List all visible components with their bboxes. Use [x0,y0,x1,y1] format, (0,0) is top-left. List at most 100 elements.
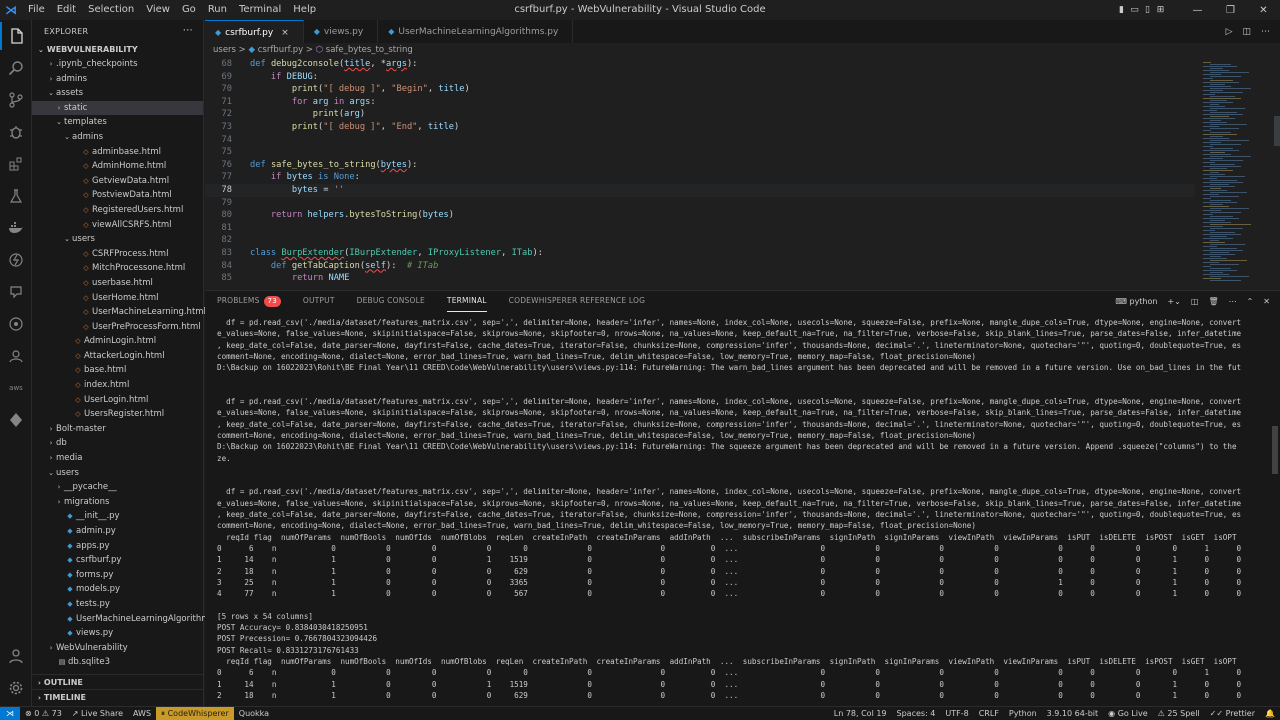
aws-icon[interactable]: aws [0,374,32,402]
panel-more-icon[interactable]: ⋯ [1229,297,1237,306]
accounts-manager-icon[interactable] [0,342,32,370]
file-getviewdata-html[interactable]: ◇ GetviewData.html [32,174,203,189]
file-userlogin-html[interactable]: ◇ UserLogin.html [32,393,203,408]
language-mode[interactable]: Python [1004,707,1042,720]
menu-selection[interactable]: Selection [82,0,140,20]
close-panel-icon[interactable]: ✕ [1263,297,1270,306]
minimize-button[interactable]: — [1181,5,1214,16]
live-share-button[interactable]: ↗ Live Share [67,707,128,720]
toggle-primary-sidebar-icon[interactable]: ▮ [1115,5,1128,15]
editor-more-icon[interactable]: ⋯ [1261,27,1270,37]
github-icon[interactable] [0,278,32,306]
file-userpreprocessform-html[interactable]: ◇ UserPreProcessForm.html [32,320,203,335]
file-adminbase-html[interactable]: ◇ adminbase.html [32,145,203,160]
file-init-py[interactable]: ◆ __init__.py [32,509,203,524]
encoding[interactable]: UTF-8 [940,707,973,720]
explorer-icon[interactable] [0,22,32,50]
file-views-py[interactable]: ◆ views.py [32,626,203,641]
file-db-sqlite3[interactable]: ▤ db.sqlite3 [32,655,203,670]
tab-problems[interactable]: PROBLEMS 73 [217,291,281,311]
problems-status[interactable]: ⊗ 0 ⚠ 73 [20,707,67,720]
folder-assets[interactable]: ⌄ assets [32,86,203,101]
file-usersregister-html[interactable]: ◇ UsersRegister.html [32,407,203,422]
tab-terminal[interactable]: TERMINAL [446,291,487,312]
breadcrumb-file[interactable]: csrfburf.py [258,45,303,55]
folder-migrations[interactable]: › migrations [32,495,203,510]
remote-indicator-icon[interactable]: ⋊ [0,706,20,720]
account-icon[interactable] [0,642,32,670]
file-forms-py[interactable]: ◆ forms.py [32,568,203,583]
folder-templates[interactable]: ⌄ templates [32,115,203,130]
indentation[interactable]: Spaces: 4 [892,707,941,720]
toggle-panel-icon[interactable]: ▭ [1128,5,1141,15]
minimap[interactable] [1195,58,1275,288]
quokka-button[interactable]: Quokka [234,707,274,720]
more-actions-icon[interactable]: ⋯ [183,25,193,36]
folder-bolt-master[interactable]: › Bolt-master [32,422,203,437]
testing-icon[interactable] [0,182,32,210]
tab-views[interactable]: ◆ views.py [304,20,379,43]
file-tests-py[interactable]: ◆ tests.py [32,597,203,612]
customize-layout-icon[interactable]: ⊞ [1154,5,1167,15]
file-adminhome-html[interactable]: ◇ AdminHome.html [32,159,203,174]
tab-codewhisperer-reference-log[interactable]: CODEWHISPERER REFERENCE LOG [509,291,645,311]
run-debug-icon[interactable] [0,118,32,146]
editor-scrollbar[interactable] [1274,58,1280,288]
menu-view[interactable]: View [140,0,176,20]
file-csrfburf-py[interactable]: ◆ csrfburf.py [32,553,203,568]
cursor-position[interactable]: Ln 78, Col 19 [829,707,892,720]
outline-section[interactable]: › OUTLINE [32,674,204,689]
file-adminlogin-html[interactable]: ◇ AdminLogin.html [32,334,203,349]
menu-run[interactable]: Run [202,0,233,20]
folder-pycache[interactable]: › __pycache__ [32,480,203,495]
folder-admins[interactable]: ⌄ admins [32,130,203,145]
terminal-profile[interactable]: ⌨ python [1115,297,1157,306]
end-of-line[interactable]: CRLF [974,707,1004,720]
file-registeredusers-html[interactable]: ◇ RegisteredUsers.html [32,203,203,218]
breadcrumb-folder[interactable]: users [213,45,236,55]
split-editor-icon[interactable]: ◫ [1242,27,1251,37]
split-terminal-icon[interactable]: ◫ [1191,297,1199,306]
tab-csrfburf[interactable]: ◆ csrfburf.py × [205,20,304,43]
menu-edit[interactable]: Edit [51,0,82,20]
file-mitchprocessone-html[interactable]: ◇ MitchProcessone.html [32,261,203,276]
settings-sync-icon[interactable] [0,310,32,338]
file-usermachinelearningalgorithm[interactable]: ◆ UserMachineLearningAlgorithm... [32,612,217,627]
tab-output[interactable]: OUTPUT [303,291,335,311]
run-file-icon[interactable]: ▷ [1226,27,1233,37]
file-attackerlogin-html[interactable]: ◇ AttackerLogin.html [32,349,203,364]
tab-usermachinelearningalgorithms[interactable]: ◆ UserMachineLearningAlgorithms.py [378,20,574,43]
tab-debug-console[interactable]: DEBUG CONSOLE [357,291,425,311]
codewhisperer-button[interactable]: ⏸ CodeWhisperer [156,706,234,720]
file-userbase-html[interactable]: ◇ userbase.html [32,276,203,291]
folder-users[interactable]: ⌄ users [32,232,203,247]
prettier-button[interactable]: ✓✓ Prettier [1205,707,1260,720]
folder-db[interactable]: › db [32,436,203,451]
menu-help[interactable]: Help [287,0,322,20]
close-window-button[interactable]: ✕ [1247,5,1280,16]
file-apps-py[interactable]: ◆ apps.py [32,539,203,554]
new-terminal-icon[interactable]: +⌄ [1167,297,1180,306]
manage-gear-icon[interactable] [0,674,32,702]
menu-terminal[interactable]: Terminal [233,0,287,20]
folder-webvulnerability[interactable]: › WebVulnerability [32,641,203,656]
python-interpreter[interactable]: 3.9.10 64-bit [1042,707,1104,720]
toolkit-icon[interactable] [0,406,32,434]
close-tab-icon[interactable]: × [281,28,289,38]
terminal-scrollbar[interactable] [1272,426,1278,474]
workspace-root[interactable]: ⌄ WEBVULNERABILITY [32,42,203,57]
restore-button[interactable]: ❐ [1214,5,1247,16]
file-models-py[interactable]: ◆ models.py [32,582,203,597]
menu-file[interactable]: File [22,0,51,20]
maximize-panel-icon[interactable]: ⌃ [1247,297,1254,306]
toggle-secondary-sidebar-icon[interactable]: ▯ [1141,5,1154,15]
folder-media[interactable]: › media [32,451,203,466]
file-usermachinelearning-html[interactable]: ◇ UserMachineLearning.html [32,305,206,320]
file-viewallcsrfs-html[interactable]: ◇ viewAllCSRFS.html [32,218,203,233]
code-editor[interactable]: 68 def debug2console(title, *args): 69 if… [205,58,1195,288]
docker-icon[interactable] [0,214,32,242]
folder-users[interactable]: ⌄ users [32,466,203,481]
search-icon[interactable] [0,54,32,82]
file-userhome-html[interactable]: ◇ UserHome.html [32,291,203,306]
notifications-bell-icon[interactable]: 🔔 [1260,707,1280,720]
